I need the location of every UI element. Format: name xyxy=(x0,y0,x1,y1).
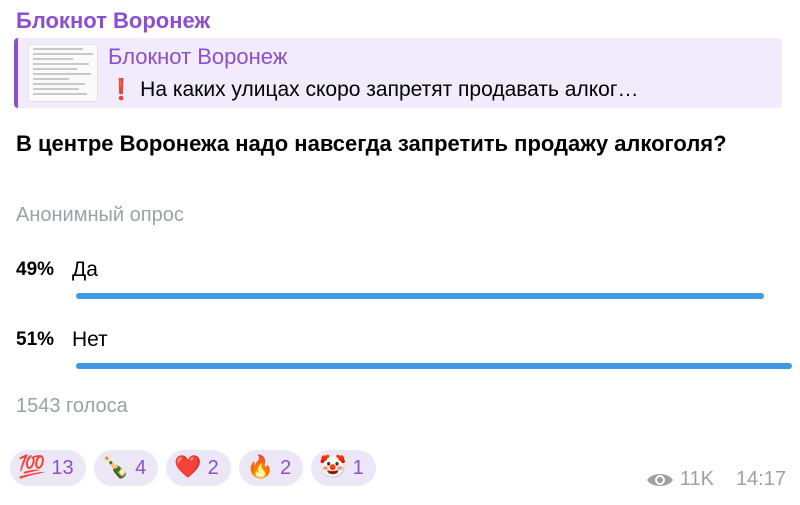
reaction-count: 13 xyxy=(51,456,74,479)
vote-count[interactable]: 1543 голоса xyxy=(16,395,128,418)
poll-type: Анонимный опрос xyxy=(16,204,184,226)
reaction-count: 4 xyxy=(135,456,147,479)
eye-icon xyxy=(646,473,673,486)
reaction-count: 1 xyxy=(352,456,364,479)
poll-question: В центре Воронежа надо навсегда запретит… xyxy=(16,131,727,156)
hundred-points-icon: 💯 xyxy=(18,455,46,480)
exclamation-icon: ❗ xyxy=(108,78,135,101)
poll-option-bar xyxy=(76,293,764,299)
red-heart-icon: ❤️ xyxy=(174,455,202,480)
poll-option-percent: 49% xyxy=(16,259,55,280)
reaction-clown[interactable]: 🤡 1 xyxy=(311,450,376,486)
reactions-bar: 💯 13 🍾 4 ❤️ 2 🔥 2 🤡 1 xyxy=(10,450,376,486)
message-time: 14:17 xyxy=(735,468,786,490)
channel-name[interactable]: Блокнот Воронеж xyxy=(16,8,210,34)
reply-preview[interactable]: Блокнот Воронеж ❗ На каких улицах скоро з… xyxy=(14,38,782,108)
reply-thumbnail xyxy=(28,44,98,102)
reply-title: Блокнот Воронеж xyxy=(108,44,288,69)
reaction-champagne[interactable]: 🍾 4 xyxy=(93,450,159,486)
reaction-count: 2 xyxy=(207,456,219,479)
poll-option-label: Нет xyxy=(72,328,108,351)
champagne-bottle-icon: 🍾 xyxy=(101,455,130,480)
reply-text: ❗ На каких улицах скоро запретят продават… xyxy=(108,78,778,102)
poll-option-bar xyxy=(76,363,792,369)
reaction-fire[interactable]: 🔥 2 xyxy=(238,450,304,486)
fire-icon: 🔥 xyxy=(246,455,275,480)
poll-option-no[interactable]: 51% Нет xyxy=(16,328,792,369)
poll-option-yes[interactable]: 49% Да xyxy=(16,258,786,299)
clown-face-icon: 🤡 xyxy=(319,455,347,480)
reaction-hundred[interactable]: 💯 13 xyxy=(10,450,86,486)
poll-option-percent: 51% xyxy=(16,329,55,350)
view-count: 11K xyxy=(679,468,714,490)
poll-option-label: Да xyxy=(72,258,98,281)
reply-text-content: На каких улицах скоро запретят продавать… xyxy=(140,78,639,101)
reaction-count: 2 xyxy=(280,456,292,479)
reaction-heart[interactable]: ❤️ 2 xyxy=(166,450,231,486)
message-meta: 11K 14:17 xyxy=(646,468,786,491)
